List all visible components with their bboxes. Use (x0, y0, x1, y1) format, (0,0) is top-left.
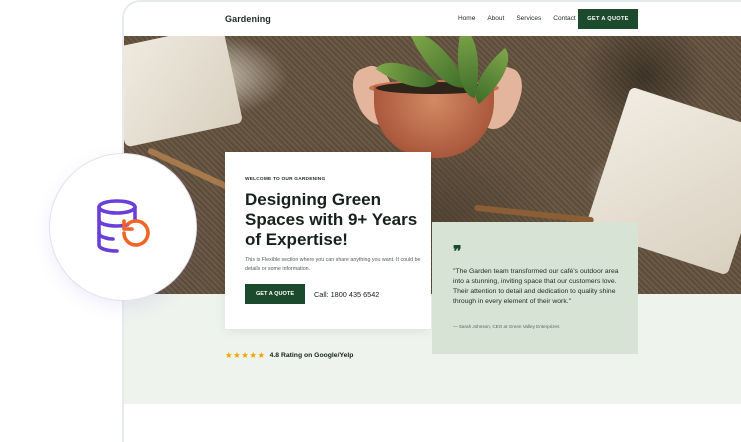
hero-card: WELCOME TO OUR GARDENING Designing Green… (225, 152, 431, 329)
database-restore-badge (50, 154, 196, 300)
top-nav: Gardening Home About Services Contact GE… (124, 2, 741, 36)
hero-description: This is Flexible section where you can s… (245, 257, 421, 272)
nav-link-contact[interactable]: Contact (553, 15, 575, 22)
testimonial-author: — Sarah Johnson, CEO at Green Valley Ent… (453, 324, 560, 329)
nav-links: Home About Services Contact (458, 15, 576, 22)
testimonial-text: "The Garden team transformed our café’s … (453, 268, 619, 305)
nav-link-home[interactable]: Home (458, 15, 475, 22)
nav-get-quote-button[interactable]: GET A QUOTE (578, 9, 638, 29)
hero-headline: Designing Green Spaces with 9+ Years of … (245, 190, 418, 249)
phone-number[interactable]: Call: 1800 435 6542 (314, 290, 379, 299)
browser-frame: Gardening Home About Services Contact GE… (122, 0, 741, 442)
nav-link-services[interactable]: Services (516, 15, 541, 22)
brand-logo[interactable]: Gardening (225, 14, 271, 24)
quote-icon: ❞ (453, 242, 462, 261)
hero-get-quote-button[interactable]: GET A QUOTE (245, 284, 305, 304)
paper-bag-left (124, 36, 244, 148)
rating: ★★★★★ 4.8 Rating on Google/Yelp (225, 350, 353, 361)
nav-link-about[interactable]: About (487, 15, 504, 22)
hero-eyebrow: WELCOME TO OUR GARDENING (245, 177, 326, 182)
star-rating-icon: ★★★★★ (225, 350, 266, 360)
testimonial-card: ❞ "The Garden team transformed our café’… (432, 222, 638, 354)
database-restore-icon (97, 199, 150, 253)
rake-handle (474, 204, 594, 224)
rating-text: 4.8 Rating on Google/Yelp (269, 352, 354, 359)
